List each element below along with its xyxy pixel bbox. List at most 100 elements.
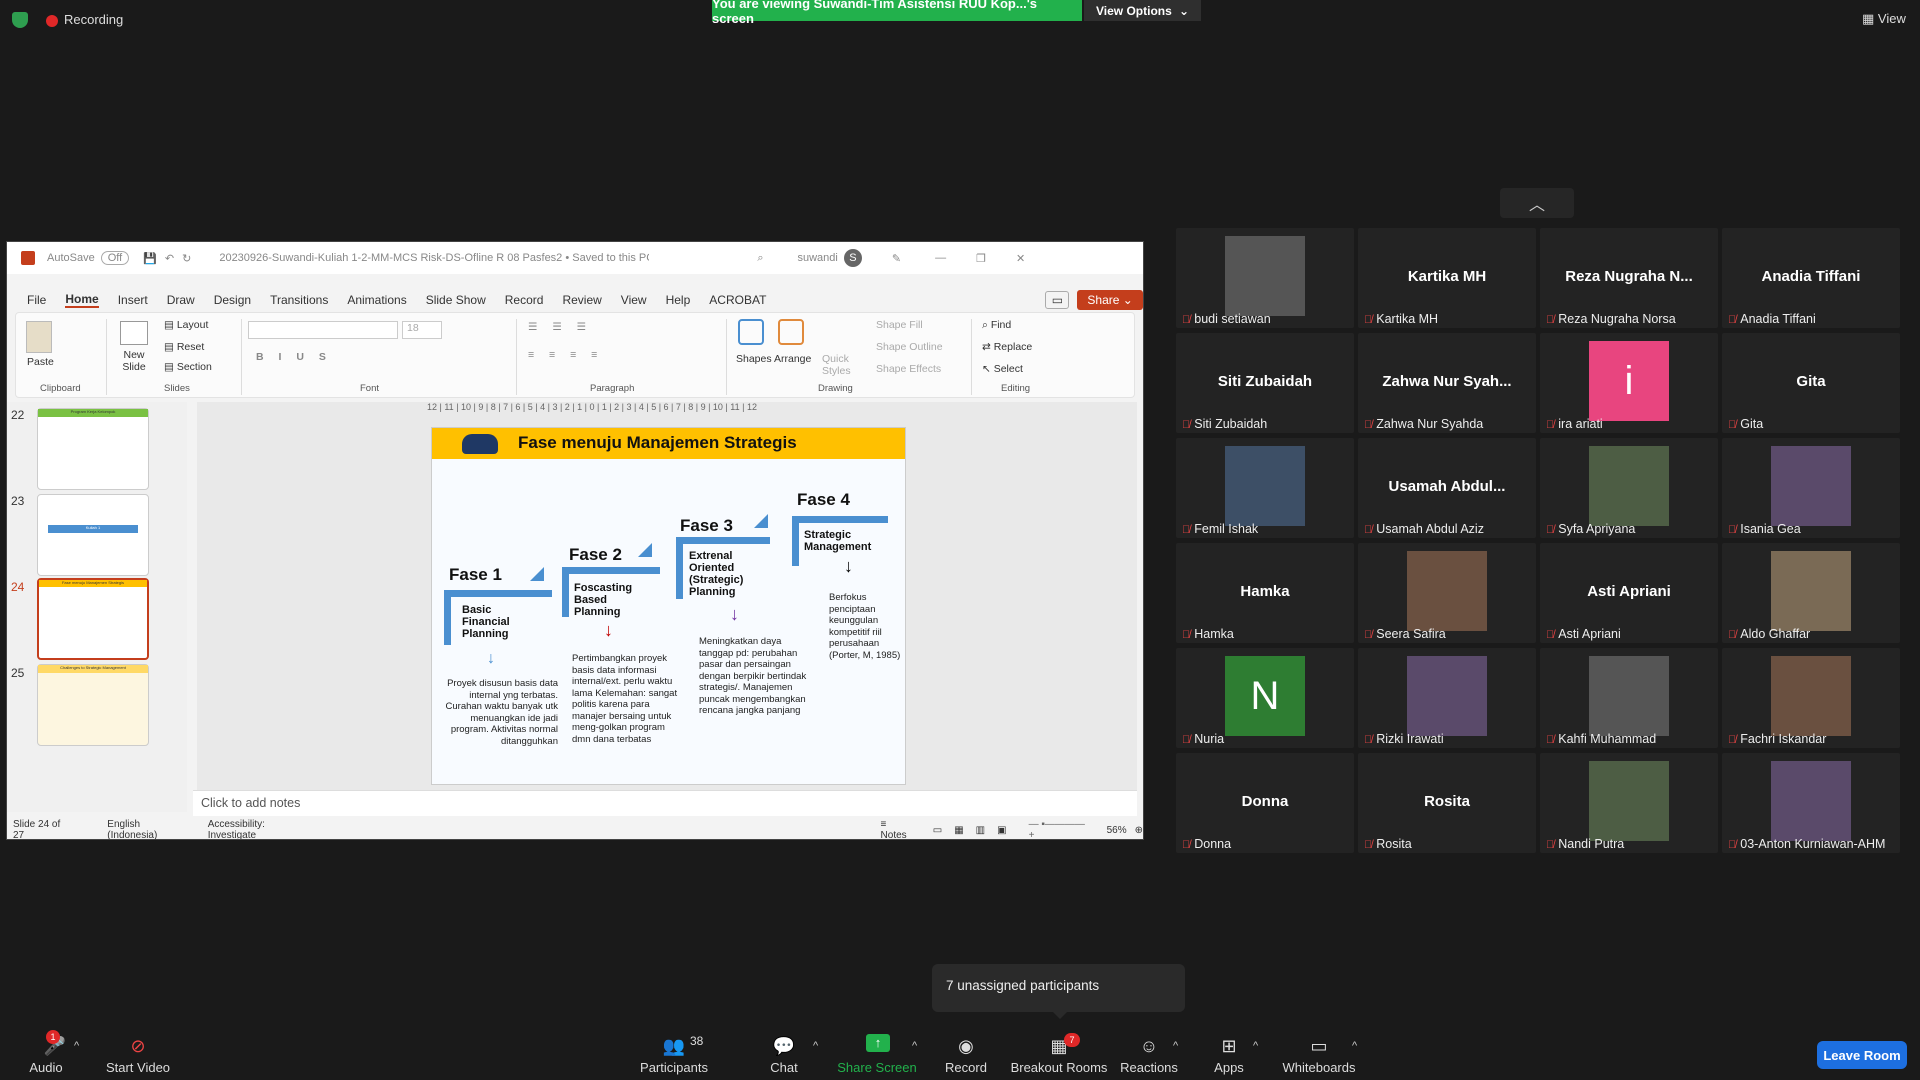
participant-tile[interactable]: 🎙̸ 03-Anton Kurniawan-AHM — [1722, 753, 1900, 853]
participant-tile[interactable]: Rosita 🎙̸ Rosita — [1358, 753, 1536, 853]
slide-thumbnail-23[interactable]: Kuliah 1 — [37, 494, 149, 576]
participant-tile[interactable]: Siti Zubaidah 🎙̸ Siti Zubaidah — [1176, 333, 1354, 433]
replace-button[interactable]: ⇄ Replace — [982, 341, 1032, 353]
fit-slide-icon[interactable]: ⊕ — [1135, 825, 1143, 836]
audio-options-chevron-icon[interactable]: ^ — [74, 1040, 79, 1052]
participant-tile[interactable]: 🎙̸ Kahfi Muhammad — [1540, 648, 1718, 748]
participant-tile[interactable]: 🎙̸ Isania Gea — [1722, 438, 1900, 538]
search-icon[interactable]: ⌕ — [757, 252, 763, 265]
chat-chevron-icon[interactable]: ^ — [813, 1040, 818, 1052]
align-icons[interactable]: ≡ ≡ ≡ ≡ — [528, 349, 603, 361]
slide-thumbnail-22[interactable]: Program Kerja Kelompok — [37, 408, 149, 490]
menu-transitions[interactable]: Transitions — [270, 293, 328, 307]
menu-insert[interactable]: Insert — [118, 293, 148, 307]
participant-tile[interactable]: 🎙̸ Seera Safira — [1358, 543, 1536, 643]
participant-tile[interactable]: Usamah Abdul... 🎙̸ Usamah Abdul Aziz — [1358, 438, 1536, 538]
security-shield-icon[interactable] — [12, 12, 28, 28]
participant-tile[interactable]: Zahwa Nur Syah... 🎙̸ Zahwa Nur Syahda — [1358, 333, 1536, 433]
notes-pane[interactable]: Click to add notes — [193, 790, 1137, 816]
slide-thumbnail-24-selected[interactable]: Fase menuju Manajemen Strategis — [37, 578, 149, 660]
arrange-icon[interactable] — [778, 319, 804, 345]
close-icon[interactable]: ✕ — [1016, 252, 1025, 265]
shapes-icon[interactable] — [738, 319, 764, 345]
participant-tile[interactable]: Anadia Tiffani 🎙̸ Anadia Tiffani — [1722, 228, 1900, 328]
select-button[interactable]: ↖ Select — [982, 363, 1023, 375]
participants-button[interactable]: Participants — [619, 1060, 729, 1075]
view-mode-icons[interactable]: ▭▦▥▣ — [933, 825, 1019, 836]
new-slide-icon[interactable] — [120, 321, 148, 345]
menu-view[interactable]: View — [621, 293, 647, 307]
participant-tile[interactable]: 🎙̸ Rizki Irawati — [1358, 648, 1536, 748]
participant-tile[interactable]: 🎙̸ Aldo Ghaffar — [1722, 543, 1900, 643]
save-icon[interactable]: 💾 — [143, 252, 157, 265]
user-avatar[interactable]: S — [843, 249, 862, 267]
menu-file[interactable]: File — [27, 293, 46, 307]
participant-tile[interactable]: Donna 🎙̸ Donna — [1176, 753, 1354, 853]
font-name-field[interactable] — [248, 321, 398, 339]
participants-icon[interactable]: 👥 — [619, 1036, 729, 1057]
participant-tile[interactable]: 🎙̸ Fachri Iskandar — [1722, 648, 1900, 748]
collapse-gallery-button[interactable]: ︿ — [1500, 188, 1574, 218]
whiteboards-chevron-icon[interactable]: ^ — [1352, 1040, 1357, 1052]
reset-button[interactable]: ▤ Reset — [164, 341, 204, 353]
menu-review[interactable]: Review — [562, 293, 601, 307]
maximize-icon[interactable]: ❐ — [976, 252, 986, 265]
participant-tile[interactable]: i 🎙̸ ira ariati — [1540, 333, 1718, 433]
participant-tile[interactable]: Reza Nugraha N... 🎙̸ Reza Nugraha Norsa — [1540, 228, 1718, 328]
undo-icon[interactable]: ↶ — [165, 252, 174, 265]
participant-tile[interactable]: 🎙̸ Syfa Apriyana — [1540, 438, 1718, 538]
menu-animations[interactable]: Animations — [347, 293, 406, 307]
find-button[interactable]: ⌕ Find — [982, 319, 1011, 332]
shape-fill-button[interactable]: Shape Fill — [876, 319, 923, 331]
menu-draw[interactable]: Draw — [167, 293, 195, 307]
zoom-slider[interactable]: — ▪———— + — [1029, 819, 1093, 839]
video-off-icon[interactable]: ⊘ — [83, 1036, 193, 1057]
menu-record[interactable]: Record — [505, 293, 544, 307]
document-filename[interactable]: 20230926-Suwandi-Kuliah 1-2-MM-MCS Risk-… — [219, 252, 649, 264]
leave-room-button[interactable]: Leave Room — [1817, 1041, 1907, 1069]
menu-slide-show[interactable]: Slide Show — [426, 293, 486, 307]
participant-tile[interactable]: 🎙̸ budi setiawan — [1176, 228, 1354, 328]
pen-icon[interactable]: ✎ — [892, 252, 901, 265]
section-button[interactable]: ▤ Section — [164, 361, 212, 373]
shapes-button[interactable]: Shapes — [736, 353, 772, 365]
slide-thumbnail-25[interactable]: Challenges to Strategic Management — [37, 664, 149, 746]
menu-help[interactable]: Help — [666, 293, 691, 307]
zoom-level[interactable]: 56% — [1107, 825, 1127, 836]
slide-24[interactable]: Fase menuju Manajemen Strategis Fase 1 B… — [431, 427, 906, 785]
share-button[interactable]: Share ⌄ — [1077, 290, 1143, 310]
participant-tile[interactable]: 🎙̸ Nandi Putra — [1540, 753, 1718, 853]
layout-button[interactable]: ▤ Layout — [164, 319, 208, 331]
new-slide-button[interactable]: New Slide — [116, 349, 152, 373]
start-video-button[interactable]: Start Video — [83, 1060, 193, 1075]
participant-tile[interactable]: Gita 🎙̸ Gita — [1722, 333, 1900, 433]
font-format-icons[interactable]: B I U S — [256, 351, 326, 363]
language-status[interactable]: English (Indonesia) — [107, 819, 191, 839]
paste-icon[interactable] — [26, 321, 52, 353]
apps-chevron-icon[interactable]: ^ — [1253, 1040, 1258, 1052]
quick-styles-button[interactable]: Quick Styles — [822, 353, 862, 377]
arrange-button[interactable]: Arrange — [774, 353, 811, 365]
autosave-toggle[interactable]: Off — [100, 251, 130, 265]
participant-tile[interactable]: Kartika MH 🎙̸ Kartika MH — [1358, 228, 1536, 328]
chat-icon[interactable]: 💬 — [729, 1036, 839, 1057]
share-screen-icon[interactable]: ↑ — [866, 1034, 890, 1052]
accessibility-status[interactable]: Accessibility: Investigate — [208, 819, 315, 839]
view-button[interactable]: ▦ View — [1862, 11, 1906, 27]
participant-tile[interactable]: Asti Apriani 🎙̸ Asti Apriani — [1540, 543, 1718, 643]
menu-design[interactable]: Design — [214, 293, 251, 307]
notes-toggle[interactable]: ≡ Notes — [881, 819, 915, 839]
bullets-icon[interactable]: ☰ ☰ ☰ — [528, 321, 592, 333]
comments-icon[interactable]: ▭ — [1045, 291, 1070, 309]
whiteboards-button[interactable]: Whiteboards — [1264, 1060, 1374, 1075]
shape-effects-button[interactable]: Shape Effects — [876, 363, 941, 375]
minimize-icon[interactable]: — — [935, 252, 946, 264]
participant-tile[interactable]: 🎙̸ Femil Ishak — [1176, 438, 1354, 538]
shape-outline-button[interactable]: Shape Outline — [876, 341, 943, 353]
participant-tile[interactable]: Hamka 🎙̸ Hamka — [1176, 543, 1354, 643]
unassigned-participants-notice[interactable]: 7 unassigned participants — [932, 964, 1185, 1012]
view-options-button[interactable]: View Options ⌄ — [1084, 0, 1201, 21]
font-size-field[interactable]: 18 — [402, 321, 442, 339]
paste-button[interactable]: Paste — [27, 356, 54, 368]
menu-acrobat[interactable]: ACROBAT — [709, 293, 766, 307]
